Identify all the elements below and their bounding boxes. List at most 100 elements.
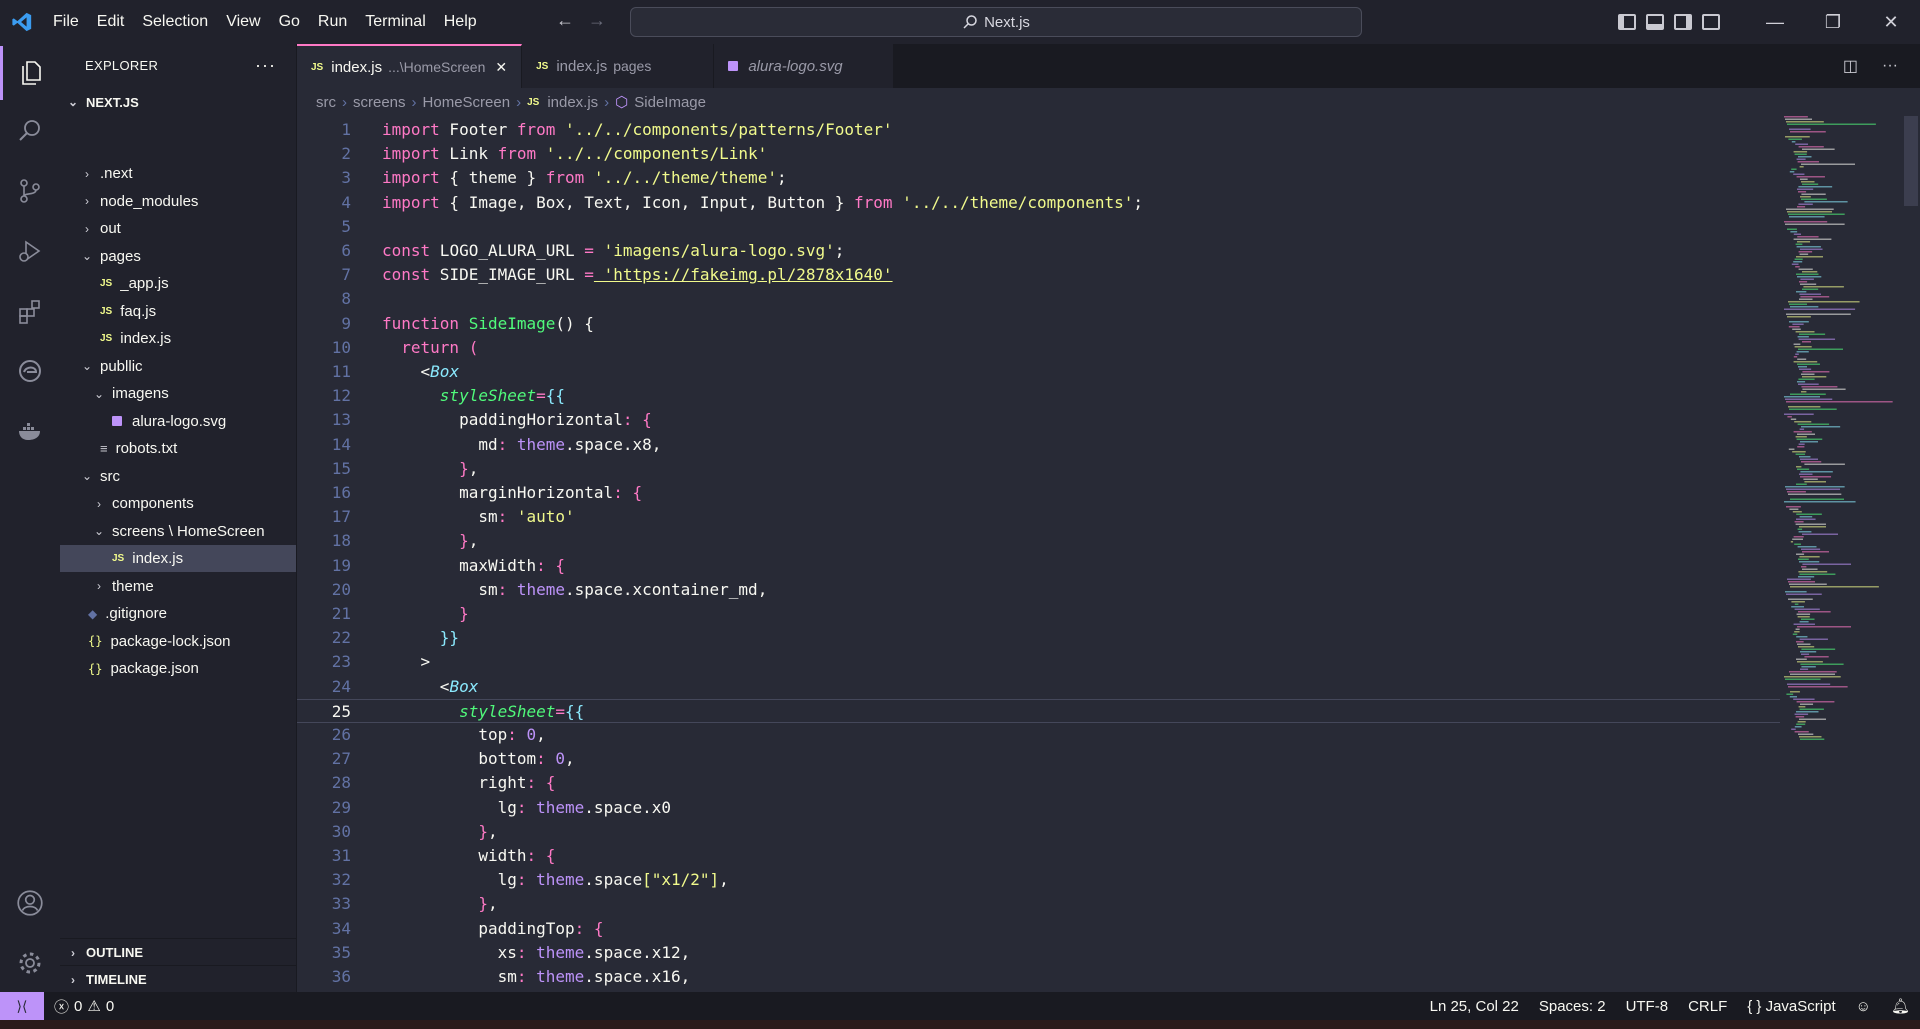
menu-item-edit[interactable]: Edit [88,0,134,44]
tree-folder[interactable]: ⌄ src [60,463,296,490]
code-token: = [536,386,546,406]
tree-folder[interactable]: ⌄ screens \ HomeScreen [60,518,296,545]
edge-tools-icon[interactable] [0,344,60,398]
editor-scrollbar[interactable] [1904,116,1918,206]
minimap-line [1794,153,1807,155]
menu-item-help[interactable]: Help [435,0,486,44]
tree-folder[interactable]: › out [60,215,296,242]
code-content: }, [382,820,497,844]
problems-indicator[interactable]: ⓧ 0 ⚠ 0 [44,996,124,1017]
tree-folder[interactable]: › .next [60,160,296,187]
minimap-line [1789,171,1795,173]
timeline-label: TIMELINE [86,972,147,987]
toggle-panel-icon[interactable] [1646,14,1664,30]
toggle-secondary-sidebar-icon[interactable] [1674,14,1692,30]
tree-folder[interactable]: ⌄ publlic [60,353,296,380]
code-token: const [382,241,431,260]
explorer-icon[interactable] [0,46,60,100]
tree-folder[interactable]: › components [60,490,296,517]
menu-item-view[interactable]: View [217,0,269,44]
command-center[interactable]: Next.js [630,7,1362,37]
editor-tab[interactable]: alura-logo.svg [714,44,894,88]
chevron-down-icon: ⌄ [93,386,105,401]
tree-file[interactable]: {} package.json [60,655,296,682]
minimap-line [1802,376,1827,378]
tree-file[interactable]: JS faq.js [60,298,296,325]
tree-file[interactable]: ≡ robots.txt [60,435,296,462]
outline-section[interactable]: › OUTLINE [60,938,296,966]
code-content: import Link from '../../components/Link' [382,142,767,166]
svg-file-icon [728,61,739,71]
minimap-line [1787,211,1832,213]
tree-file[interactable]: ◆ .gitignore [60,600,296,627]
line-number: 4 [341,192,351,212]
line-number: 9 [341,313,351,333]
menu-item-selection[interactable]: Selection [133,0,217,44]
tree-file[interactable]: JS index.js [60,325,296,352]
notifications-bell-icon[interactable]: 🔔︎ [1881,997,1920,1015]
remote-indicator-icon[interactable]: ⟩⟨ [0,992,44,1020]
project-root[interactable]: ⌄ NEXT.JS [60,91,296,113]
cursor-position[interactable]: Ln 25, Col 22 [1420,998,1529,1015]
tree-folder[interactable]: › node_modules [60,188,296,215]
minimap-line [1786,313,1851,315]
split-editor-icon[interactable]: ◫ [1843,56,1858,76]
menu-item-go[interactable]: Go [270,0,309,44]
tree-file[interactable]: JS _app.js [60,270,296,297]
tree-folder[interactable]: ⌄ imagens [60,380,296,407]
more-actions-icon[interactable]: ··· [1882,57,1898,75]
breadcrumb-item[interactable]: index.js [547,94,598,111]
breadcrumb: src › screens › HomeScreen › JS index.js › ⬡ SideI… [297,88,706,116]
menu-item-terminal[interactable]: Terminal [356,0,434,44]
docker-icon[interactable] [0,404,60,458]
breadcrumb-item[interactable]: screens [353,94,406,111]
tree-file[interactable]: {} package-lock.json [60,628,296,655]
close-window-icon[interactable]: ✕ [1862,12,1920,33]
code-line: 36 sm: theme.space.x16, [297,965,1780,989]
code-token: : [574,918,585,938]
code-content: styleSheet={{ [382,384,565,408]
search-icon[interactable] [0,104,60,158]
minimap-line [1784,676,1841,678]
toggle-primary-sidebar-icon[interactable] [1618,14,1636,30]
tree-file[interactable]: alura-logo.svg [60,408,296,435]
tree-folder[interactable]: › theme [60,573,296,600]
forward-arrow-icon[interactable]: → [588,10,606,31]
feedback-icon[interactable]: ☺ [1846,998,1881,1015]
accounts-icon[interactable] [0,876,60,930]
close-tab-icon[interactable]: ✕ [495,59,507,76]
minimap-line [1786,506,1801,508]
source-control-icon[interactable] [0,164,60,218]
activity-bar [0,44,60,992]
run-debug-icon[interactable] [0,224,60,278]
indentation[interactable]: Spaces: 2 [1529,998,1616,1015]
minimap[interactable] [1782,116,1902,992]
tree-folder[interactable]: ⌄ pages [60,243,296,270]
breadcrumb-item[interactable]: src [316,94,336,111]
editor-tab[interactable]: JS index.js pages [522,44,715,88]
encoding[interactable]: UTF-8 [1616,998,1679,1015]
code-content: import { theme } from '../../theme/theme… [382,166,787,190]
end-of-line[interactable]: CRLF [1678,998,1737,1015]
language-mode[interactable]: { } JavaScript [1737,998,1845,1015]
settings-gear-icon[interactable] [0,936,60,990]
breadcrumb-item[interactable]: HomeScreen [423,94,511,111]
customize-layout-icon[interactable] [1702,14,1720,30]
timeline-section[interactable]: › TIMELINE [60,965,296,993]
tree-file[interactable]: JS index.js [60,545,296,572]
menu-item-run[interactable]: Run [309,0,356,44]
minimap-line [1794,421,1812,423]
extensions-icon[interactable] [0,284,60,338]
menu-item-file[interactable]: File [44,0,88,44]
more-actions-icon[interactable]: ··· [255,55,276,76]
editor-tab[interactable]: JS index.js ...\HomeScreen ✕ [297,44,523,88]
breadcrumb-item[interactable]: SideImage [634,94,706,111]
back-arrow-icon[interactable]: ← [556,10,574,31]
minimize-icon[interactable]: — [1746,12,1804,33]
minimap-line [1792,511,1802,513]
restore-icon[interactable]: ❐ [1804,12,1862,33]
code-line: 30 }, [297,820,1780,844]
code-editor[interactable]: 1 import Footer from '../../components/pa… [297,116,1780,992]
minimap-line [1796,158,1806,160]
